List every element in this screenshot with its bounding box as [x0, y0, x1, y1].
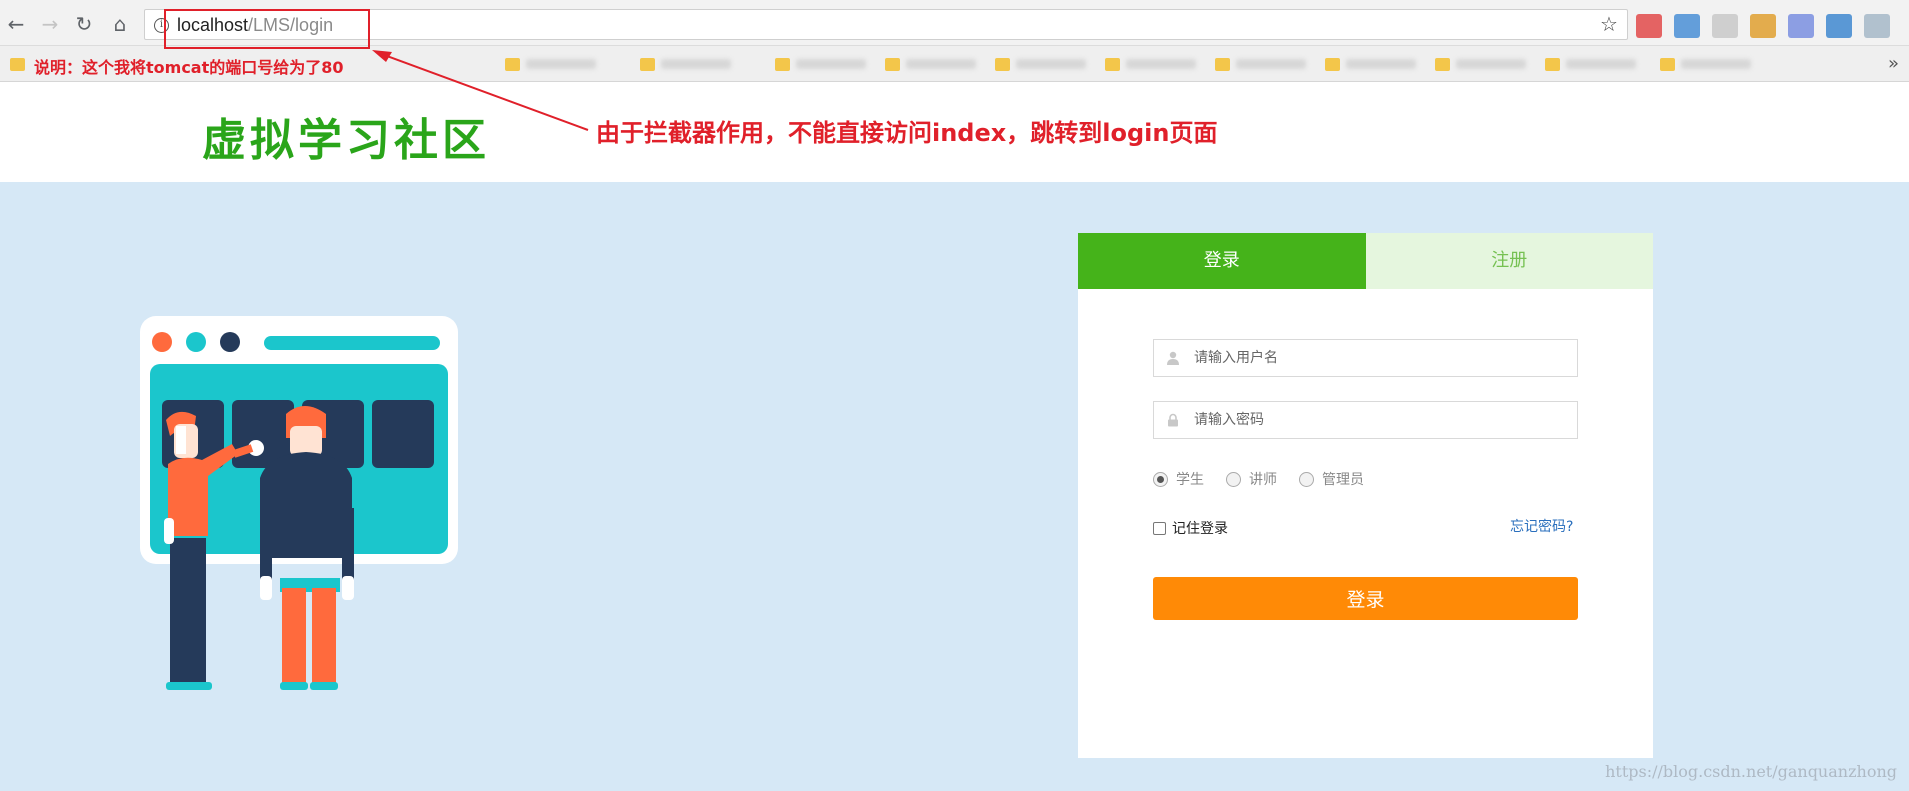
folder-icon [640, 57, 655, 71]
role-label: 学生 [1176, 472, 1204, 488]
home-icon[interactable]: ⌂ [108, 12, 132, 36]
extensions-area [1636, 12, 1906, 40]
role-student[interactable]: 学生 [1153, 469, 1204, 489]
folder-icon [1215, 57, 1230, 71]
extension-icon[interactable] [1864, 14, 1890, 38]
port-note: 说明：这个我将tomcat的端口号给为了80 [34, 58, 344, 77]
bookmark-item[interactable] [1435, 56, 1526, 72]
radio-button[interactable] [1226, 471, 1241, 487]
illustration [140, 316, 458, 690]
tab-login[interactable]: 登录 [1078, 233, 1366, 289]
site-logo[interactable]: 虚拟学习社区 [202, 104, 490, 168]
bookmark-item[interactable] [1105, 56, 1196, 72]
folder-icon [1105, 57, 1120, 71]
blurred-label [1016, 59, 1086, 69]
role-lecturer[interactable]: 讲师 [1226, 469, 1277, 489]
reload-icon[interactable]: ↻ [72, 12, 96, 36]
bookmark-item[interactable] [505, 56, 596, 72]
radio-button[interactable] [1299, 471, 1314, 487]
folder-icon [775, 57, 790, 71]
site-header: 虚拟学习社区 由于拦截器作用，不能直接访问index，跳转到login页面 [0, 82, 1909, 182]
login-panel: 登录 注册 学生 讲师 管理员 记住登录 忘记密码? [1078, 233, 1653, 758]
url-highlight-box [164, 9, 370, 49]
blurred-label [1346, 59, 1416, 69]
forward-arrow-icon[interactable]: → [38, 12, 62, 36]
blurred-label [1566, 59, 1636, 69]
lock-icon [1168, 413, 1178, 427]
bookmark-item[interactable] [885, 56, 976, 72]
role-selector: 学生 讲师 管理员 [1153, 469, 1364, 489]
folder-icon [1435, 57, 1450, 71]
blurred-label [661, 59, 731, 69]
extension-icon[interactable] [1826, 14, 1852, 38]
extension-icon[interactable] [1636, 14, 1662, 38]
blurred-label [1126, 59, 1196, 69]
forgot-password-link[interactable]: 忘记密码? [1510, 516, 1573, 536]
role-label: 讲师 [1249, 472, 1277, 488]
extension-icon[interactable] [1712, 14, 1738, 38]
bookmark-item[interactable] [1545, 56, 1636, 72]
bookmark-item[interactable] [1325, 56, 1416, 72]
annotation-text: 由于拦截器作用，不能直接访问index，跳转到login页面 [596, 119, 1218, 147]
folder-icon[interactable] [10, 58, 25, 71]
remember-label: 记住登录 [1172, 521, 1228, 537]
password-field[interactable] [1153, 401, 1578, 439]
more-bookmarks-chevron-icon[interactable]: » [1888, 53, 1899, 74]
blurred-label [1681, 59, 1751, 69]
login-tabs: 登录 注册 [1078, 233, 1653, 289]
blurred-label [796, 59, 866, 69]
password-input[interactable] [1194, 402, 1564, 438]
extension-icon[interactable] [1788, 14, 1814, 38]
bookmark-item[interactable] [775, 56, 866, 72]
remember-checkbox[interactable] [1153, 521, 1166, 535]
extension-icon[interactable] [1750, 14, 1776, 38]
folder-icon [1660, 57, 1675, 71]
login-button[interactable]: 登录 [1153, 577, 1578, 620]
folder-icon [1545, 57, 1560, 71]
user-icon [1167, 351, 1179, 365]
watermark: https://blog.csdn.net/ganquanzhong [1605, 762, 1897, 781]
tab-register[interactable]: 注册 [1365, 233, 1653, 289]
folder-icon [505, 57, 520, 71]
bookmark-item[interactable] [995, 56, 1086, 72]
folder-icon [885, 57, 900, 71]
bookmarks-bar: 说明：这个我将tomcat的端口号给为了80 » [0, 46, 1909, 82]
folder-icon [1325, 57, 1340, 71]
bookmark-item[interactable] [1215, 56, 1306, 72]
username-input[interactable] [1194, 340, 1564, 376]
username-field[interactable] [1153, 339, 1578, 377]
remember-login[interactable]: 记住登录 [1153, 518, 1228, 538]
folder-icon [995, 57, 1010, 71]
extension-icon[interactable] [1674, 14, 1700, 38]
blurred-label [526, 59, 596, 69]
bookmark-star-icon[interactable]: ☆ [1600, 14, 1618, 34]
role-admin[interactable]: 管理员 [1299, 469, 1364, 489]
bookmark-item[interactable] [1660, 56, 1751, 72]
blurred-label [1236, 59, 1306, 69]
bookmark-item[interactable] [640, 56, 731, 72]
back-arrow-icon[interactable]: ← [4, 12, 28, 36]
blurred-label [1456, 59, 1526, 69]
radio-button[interactable] [1153, 471, 1168, 487]
blurred-label [906, 59, 976, 69]
role-label: 管理员 [1322, 472, 1364, 488]
